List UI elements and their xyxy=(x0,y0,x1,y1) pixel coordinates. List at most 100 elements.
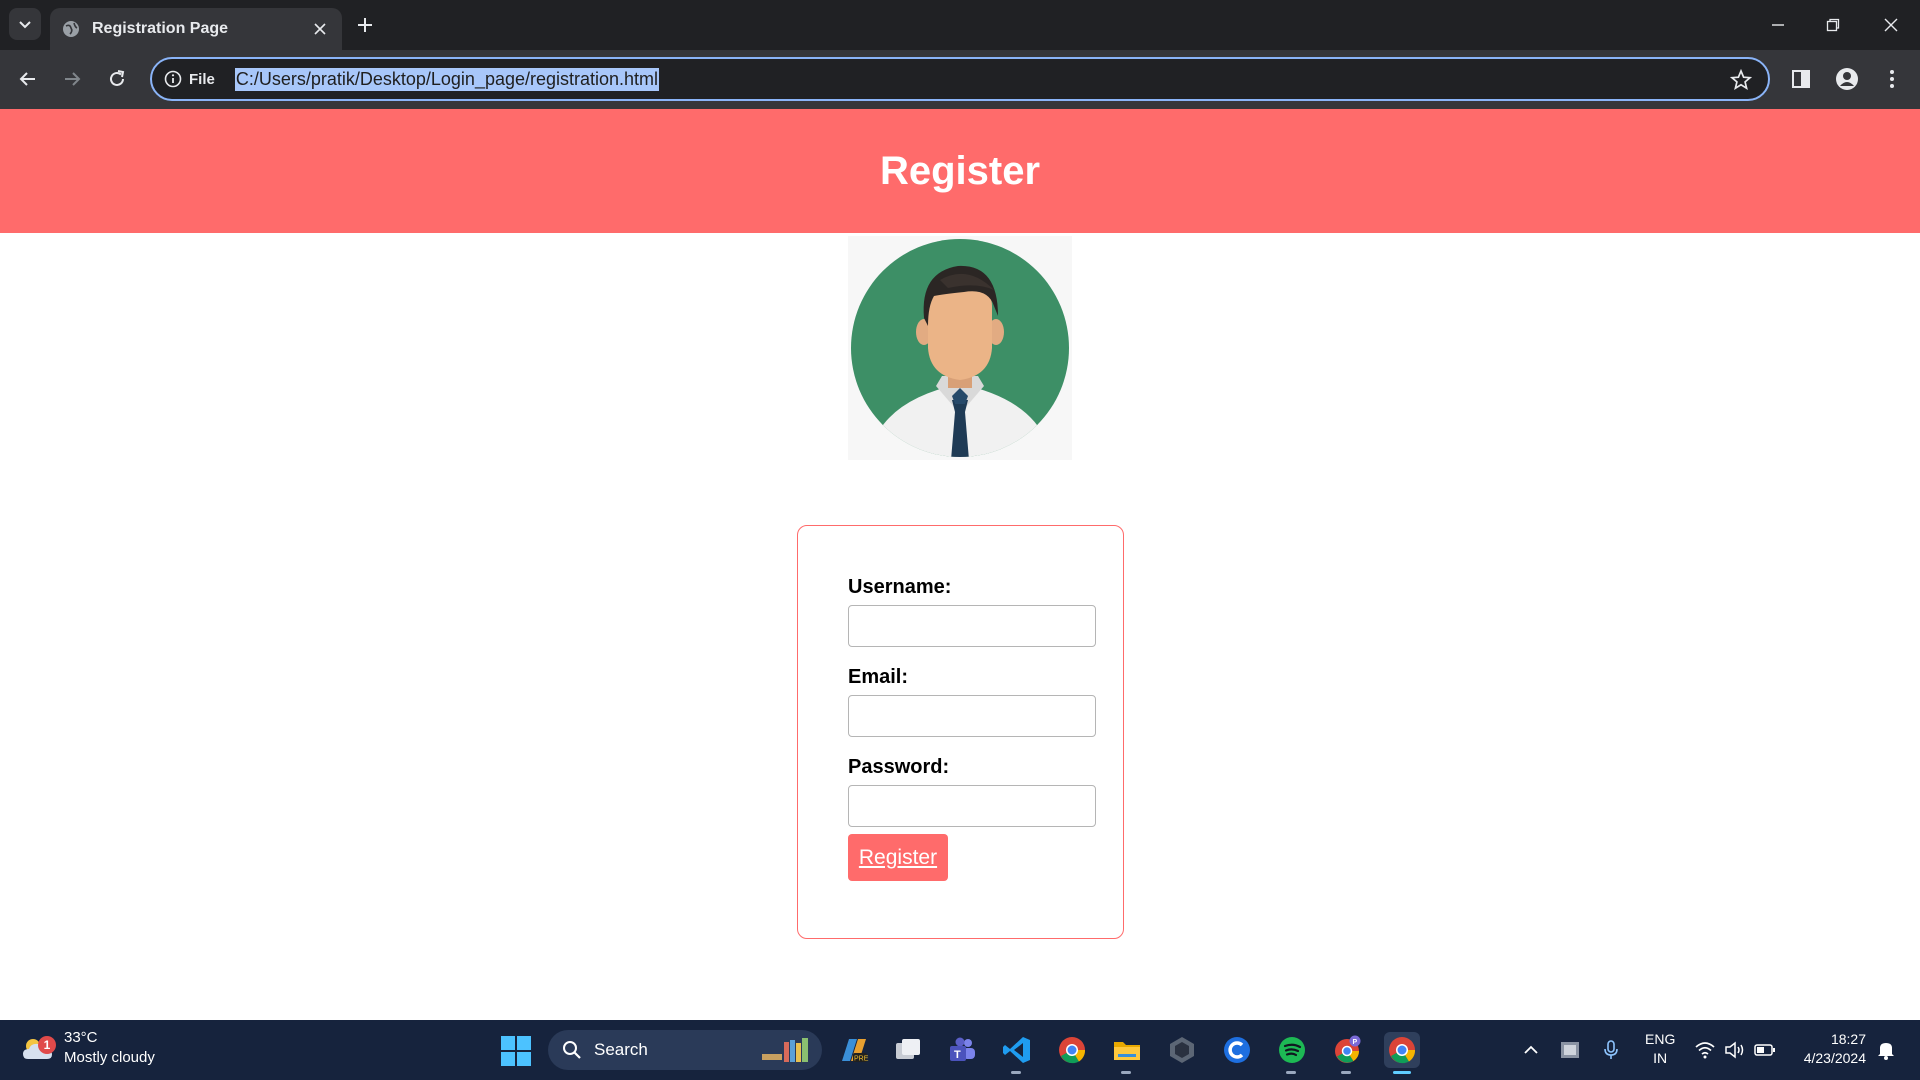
clock-time: 18:27 xyxy=(1830,1031,1866,1047)
tab-search-button[interactable] xyxy=(9,8,41,40)
weather-desc: Mostly cloudy xyxy=(64,1049,155,1066)
page-title: Register xyxy=(879,148,1041,193)
system-clock[interactable]: 18:27 4/23/2024 xyxy=(1790,1030,1866,1068)
file-explorer-icon xyxy=(1114,1042,1140,1060)
new-tab-button[interactable] xyxy=(352,12,378,38)
windows-taskbar: 1 33°C Mostly cloudy Search PRE T P ENG … xyxy=(0,1020,1920,1080)
globe-icon xyxy=(62,20,80,38)
taskbar-app-chrome-profile[interactable]: P xyxy=(1329,1032,1365,1074)
unity-icon xyxy=(1170,1037,1194,1063)
taskbar-app-file-explorer[interactable] xyxy=(1109,1032,1145,1074)
back-button[interactable] xyxy=(12,63,44,95)
close-icon xyxy=(1884,18,1898,32)
plus-icon xyxy=(358,18,372,32)
reload-icon xyxy=(110,70,125,86)
tab-close-icon[interactable] xyxy=(310,19,330,39)
register-button[interactable]: Register xyxy=(848,834,948,881)
browser-toolbar: File C:/Users/pratik/Desktop/Login_page/… xyxy=(0,50,1920,109)
wifi-icon xyxy=(1695,1042,1715,1059)
volume-button[interactable] xyxy=(1723,1038,1747,1062)
svg-text:T: T xyxy=(954,1049,961,1061)
info-icon xyxy=(164,70,182,88)
chrome-active-icon xyxy=(1389,1037,1416,1064)
arrow-left-icon xyxy=(19,72,35,86)
bell-icon xyxy=(1878,1043,1894,1060)
site-chip-label: File xyxy=(189,70,215,88)
spotify-icon xyxy=(1279,1037,1305,1063)
language-code: ENG xyxy=(1645,1031,1676,1047)
tray-app-button[interactable] xyxy=(1558,1038,1582,1062)
taskbar-app-teams[interactable]: T xyxy=(944,1032,980,1068)
minimize-button[interactable] xyxy=(1760,10,1796,40)
chrome-icon xyxy=(1059,1037,1086,1064)
language-indicator[interactable]: ENG IN xyxy=(1645,1030,1675,1068)
close-window-button[interactable] xyxy=(1873,10,1909,40)
registration-form: Username: Email: Password: Register xyxy=(797,525,1124,939)
page-header: Register xyxy=(0,109,1920,233)
tab-title: Registration Page xyxy=(92,20,229,37)
browser-tab-strip: Registration Page xyxy=(0,0,1920,50)
weather-widget[interactable]: 1 33°C Mostly cloudy xyxy=(20,1028,155,1068)
notifications-button[interactable] xyxy=(1874,1038,1898,1062)
password-label: Password: xyxy=(848,756,950,778)
browser-tab[interactable]: Registration Page xyxy=(50,8,342,50)
page-content: Register Username: Email: Password: Regi… xyxy=(0,109,1920,1020)
taskbar-app-c[interactable] xyxy=(1219,1032,1255,1068)
bookmark-star-icon[interactable] xyxy=(1730,69,1752,91)
region-code: IN xyxy=(1653,1050,1668,1066)
battery-button[interactable] xyxy=(1753,1038,1777,1062)
side-panel-button[interactable] xyxy=(1785,63,1817,95)
weather-badge: 1 xyxy=(38,1036,56,1054)
svg-text:PRE: PRE xyxy=(854,1056,869,1063)
search-icon xyxy=(563,1041,581,1059)
menu-button[interactable] xyxy=(1876,63,1908,95)
more-vert-icon xyxy=(1890,70,1894,88)
tray-app-icon xyxy=(1561,1042,1579,1058)
books-icon xyxy=(762,1038,808,1062)
forward-button[interactable] xyxy=(56,63,88,95)
restore-button[interactable] xyxy=(1815,10,1851,40)
taskbar-search[interactable]: Search xyxy=(548,1030,822,1070)
running-indicator xyxy=(1286,1071,1296,1074)
site-info-chip[interactable]: File xyxy=(164,70,215,88)
c-app-icon xyxy=(1224,1037,1250,1063)
weather-temp: 33°C xyxy=(64,1029,98,1046)
running-indicator xyxy=(1341,1071,1351,1074)
wifi-button[interactable] xyxy=(1693,1038,1717,1062)
taskbar-app-chrome[interactable] xyxy=(1054,1032,1090,1068)
battery-icon xyxy=(1754,1044,1775,1056)
reload-button[interactable] xyxy=(101,63,133,95)
running-indicator xyxy=(1011,1071,1021,1074)
arrow-right-icon xyxy=(65,72,81,86)
microphone-icon xyxy=(1604,1040,1618,1059)
password-input[interactable] xyxy=(848,785,1096,827)
volume-icon xyxy=(1725,1041,1744,1059)
windows-start-icon[interactable] xyxy=(500,1035,532,1067)
taskbar-app-spotify[interactable] xyxy=(1274,1032,1310,1074)
profile-button[interactable] xyxy=(1831,63,1863,95)
username-label: Username: xyxy=(848,576,952,598)
microphone-button[interactable] xyxy=(1599,1038,1623,1062)
taskbar-app-task-view[interactable] xyxy=(890,1032,926,1068)
taskbar-app-powertoys[interactable]: PRE xyxy=(836,1032,872,1068)
tray-overflow-button[interactable] xyxy=(1519,1038,1543,1062)
side-panel-icon xyxy=(1792,70,1810,88)
search-label: Search xyxy=(594,1040,648,1059)
url-text[interactable]: C:/Users/pratik/Desktop/Login_page/regis… xyxy=(234,67,660,91)
email-input[interactable] xyxy=(848,695,1096,737)
profile-icon xyxy=(1836,68,1858,90)
running-indicator xyxy=(1121,1071,1131,1074)
teams-icon: T xyxy=(950,1037,975,1061)
username-input[interactable] xyxy=(848,605,1096,647)
svg-text:P: P xyxy=(1353,1039,1358,1046)
minimize-icon xyxy=(1772,24,1784,26)
active-indicator xyxy=(1393,1071,1411,1074)
chevron-up-icon xyxy=(1524,1045,1538,1054)
taskbar-app-vscode[interactable] xyxy=(999,1032,1035,1074)
powertoys-icon: PRE xyxy=(842,1039,869,1063)
address-bar[interactable]: File C:/Users/pratik/Desktop/Login_page/… xyxy=(150,57,1770,101)
restore-icon xyxy=(1826,18,1840,32)
taskbar-app-unity[interactable] xyxy=(1164,1032,1200,1068)
taskbar-app-chrome-active[interactable] xyxy=(1384,1032,1420,1074)
clock-date: 4/23/2024 xyxy=(1803,1050,1866,1066)
